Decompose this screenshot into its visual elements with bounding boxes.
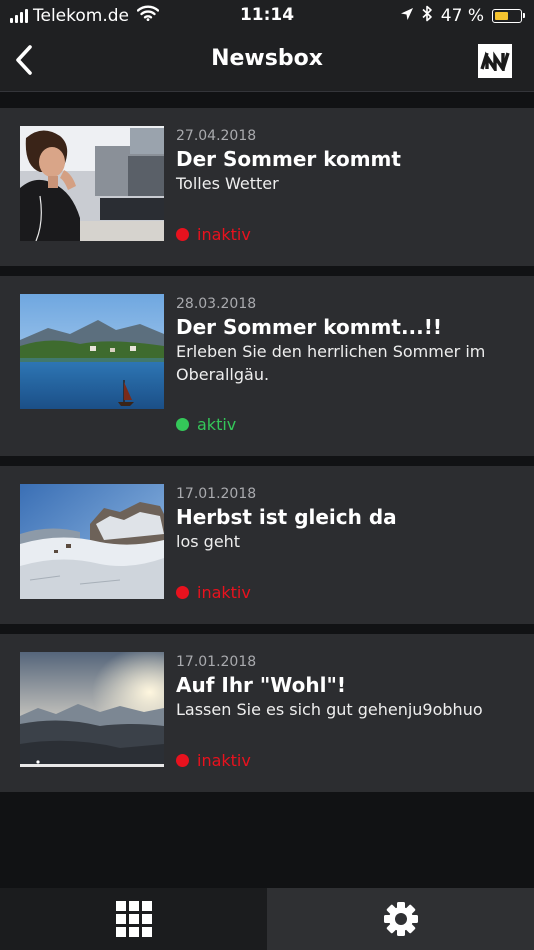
news-date: 27.04.2018 — [176, 128, 257, 144]
grid-icon — [115, 901, 152, 937]
status-indicator: aktiv — [176, 415, 236, 434]
news-item[interactable]: 27.04.2018 Der Sommer kommt Tolles Wette… — [0, 108, 534, 266]
battery-icon — [492, 9, 525, 23]
battery-percentage: 47 % — [440, 6, 484, 26]
status-dot-icon — [176, 754, 189, 767]
bluetooth-icon — [422, 5, 433, 27]
tab-bar — [0, 888, 534, 950]
news-date: 28.03.2018 — [176, 296, 257, 312]
status-dot-icon — [176, 586, 189, 599]
news-subtitle: Lassen Sie es sich gut gehenju9obhuo — [176, 700, 483, 719]
news-item[interactable]: 17.01.2018 Auf Ihr "Wohl"! Lassen Sie es… — [0, 634, 534, 792]
status-label: inaktiv — [197, 225, 251, 244]
news-thumbnail — [20, 126, 164, 241]
page-title: Newsbox — [211, 46, 323, 71]
news-thumbnail — [20, 294, 164, 409]
news-item[interactable]: 17.01.2018 Herbst ist gleich da los geht… — [0, 466, 534, 624]
news-subtitle: Tolles Wetter — [176, 174, 279, 193]
news-title: Herbst ist gleich da — [176, 505, 397, 529]
news-content: 17.01.2018 Herbst ist gleich da los geht — [176, 486, 514, 553]
news-content: 27.04.2018 Der Sommer kommt Tolles Wette… — [176, 128, 514, 195]
gear-icon — [383, 902, 418, 936]
news-title: Der Sommer kommt — [176, 147, 401, 171]
news-content: 28.03.2018 Der Sommer kommt...!! Erleben… — [176, 296, 514, 386]
news-title: Der Sommer kommt...!! — [176, 315, 442, 339]
news-subtitle: los geht — [176, 532, 241, 551]
status-label: inaktiv — [197, 583, 251, 602]
news-content: 17.01.2018 Auf Ihr "Wohl"! Lassen Sie es… — [176, 654, 514, 721]
location-icon — [400, 6, 414, 26]
news-list: 27.04.2018 Der Sommer kommt Tolles Wette… — [0, 108, 534, 802]
news-subtitle: Erleben Sie den herrlichen Sommer im Obe… — [176, 342, 486, 384]
news-date: 17.01.2018 — [176, 486, 257, 502]
navigation-bar: Newsbox — [0, 30, 534, 92]
tab-overview[interactable] — [0, 888, 267, 950]
news-item[interactable]: 28.03.2018 Der Sommer kommt...!! Erleben… — [0, 276, 534, 456]
tab-settings[interactable] — [267, 888, 534, 950]
status-label: aktiv — [197, 415, 237, 434]
status-indicator: inaktiv — [176, 225, 251, 244]
status-label: inaktiv — [197, 751, 251, 770]
news-date: 17.01.2018 — [176, 654, 257, 670]
news-thumbnail — [20, 652, 164, 767]
status-dot-icon — [176, 228, 189, 241]
brand-logo[interactable] — [478, 44, 512, 78]
news-title: Auf Ihr "Wohl"! — [176, 673, 347, 697]
status-bar: Telekom.de 11:14 47 % — [0, 0, 534, 30]
news-thumbnail — [20, 484, 164, 599]
status-indicator: inaktiv — [176, 751, 251, 770]
status-indicator: inaktiv — [176, 583, 251, 602]
status-right: 47 % — [400, 5, 525, 27]
status-dot-icon — [176, 418, 189, 431]
